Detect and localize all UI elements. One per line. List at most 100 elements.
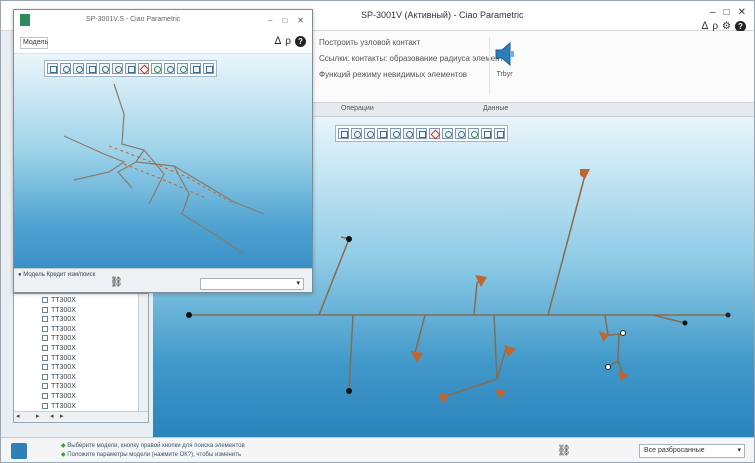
part-icon	[42, 344, 48, 351]
part-icon	[42, 297, 48, 303]
tree-item-label: TT300X	[51, 344, 76, 352]
ribbon-group-data: Данные	[483, 105, 509, 112]
valve[interactable]	[438, 393, 449, 404]
part-icon	[42, 402, 48, 409]
tree-item-label: TT300X	[51, 402, 76, 410]
floating-status-bar: ● Модель Кредит изм/поиск ⛓ ▾	[14, 268, 312, 292]
connector-end[interactable]	[605, 364, 611, 370]
tree-item-label: TT300X	[51, 364, 76, 372]
app-icon	[20, 14, 30, 26]
ribbon-command-hidden-elements[interactable]: Функций режиму невидимых элементов	[319, 67, 508, 83]
pipe-network	[63, 83, 265, 255]
tree-item-label: TT300X	[51, 354, 76, 362]
tree-item-label: TT300X	[51, 325, 76, 333]
tree-item-label: TT300X	[51, 297, 76, 304]
part-icon	[42, 325, 48, 332]
ribbon-commands: Построить узловой контакт Ссылки: контак…	[319, 35, 508, 83]
routed-segments	[108, 145, 235, 205]
ribbon-command-node-contact[interactable]: Построить узловой контакт	[319, 35, 508, 51]
tree-item-label: TT300X	[51, 306, 76, 314]
tree-item[interactable]: TT300X	[42, 315, 76, 325]
tree-item[interactable]: TT300X	[42, 306, 76, 316]
main-window-title: SP-3001V (Активный) - Ciao Parametric	[361, 10, 524, 20]
floating-3d-viewport[interactable]	[14, 54, 312, 268]
valves	[411, 169, 629, 404]
chevron-down-icon: ▾	[737, 447, 741, 454]
valve[interactable]	[411, 351, 423, 363]
tree-item-label: TT300X	[51, 383, 76, 391]
model-tree-toggle-icon[interactable]	[11, 443, 27, 459]
tree-vertical-scrollbar[interactable]	[138, 294, 148, 412]
mode-select[interactable]: Модель	[20, 37, 48, 49]
minimize-button[interactable]: –	[710, 7, 716, 18]
valve[interactable]	[580, 169, 590, 179]
connector-end[interactable]	[346, 236, 352, 242]
find-icon[interactable]: ⛓	[110, 277, 123, 288]
part-icon	[42, 316, 48, 323]
ribbon-group-labels: Операции Данные	[313, 103, 754, 117]
part-icon	[42, 364, 48, 371]
scroll-left-icon[interactable]: ◂	[50, 412, 54, 420]
minimize-button[interactable]: –	[268, 16, 272, 25]
tree-item[interactable]: TT300X	[42, 344, 76, 354]
tree-item[interactable]: TT300X	[42, 296, 76, 306]
ribbon-big-button-label: Trbyr	[496, 71, 513, 78]
help-icon[interactable]: ?	[295, 36, 306, 47]
floating-title-bar[interactable]: SP-3001V.S - Ciao Parametric – □ ✕	[14, 10, 312, 32]
scroll-left-icon[interactable]: ◂	[16, 412, 20, 420]
tree-item[interactable]: TT300X	[42, 363, 76, 373]
part-icon	[42, 373, 48, 380]
maximize-button[interactable]: □	[282, 16, 287, 25]
status-message: Выберите модели, кнопку правой кнопки дл…	[61, 442, 244, 451]
app-window: SP-3001V (Активный) - Ciao Parametric – …	[0, 0, 755, 463]
tree-item-label: TT300X	[51, 316, 76, 324]
floating-menu-bar: Модель ᐃ ρ ?	[14, 32, 312, 54]
connector-end[interactable]	[346, 388, 352, 394]
close-button[interactable]: ✕	[738, 7, 746, 18]
tree-item[interactable]: TT300X	[42, 392, 76, 402]
tree-item[interactable]: TT300X	[42, 354, 76, 364]
connector-end[interactable]	[186, 312, 192, 318]
ribbon-big-button[interactable]: Trbyr	[489, 37, 519, 95]
find-icon[interactable]: ⛓	[557, 444, 571, 457]
ribbon-command-contacts-radius[interactable]: Ссылки: контакты: образование радиуса эл…	[319, 51, 508, 67]
model-tree: TT300X TT300X TT300X TT300X TT300X TT300X TT30…	[13, 293, 149, 423]
window-controls: – □ ✕	[710, 7, 746, 18]
selection-filter[interactable]: Все разбросанные ▾	[639, 444, 745, 458]
tree-item[interactable]: TT300X	[42, 382, 76, 392]
search-icon[interactable]: ρ	[285, 36, 291, 47]
tree-item-label: TT300X	[51, 335, 76, 343]
connector-end[interactable]	[620, 330, 626, 336]
mode-select-value: Модель	[23, 39, 49, 46]
close-button[interactable]: ✕	[297, 16, 304, 25]
floating-status-label: ● Модель Кредит изм/поиск	[18, 272, 96, 278]
tree-item-label: TT300X	[51, 373, 76, 381]
status-message: Положите параметры модели (нажмите ОК?),…	[61, 451, 245, 460]
valve[interactable]	[495, 389, 506, 399]
ribbon: Построить узловой контакт Ссылки: контак…	[313, 31, 754, 103]
message-area: Выберите модели, кнопку правой кнопки дл…	[61, 442, 245, 460]
tree-item-label: TT300X	[51, 392, 76, 400]
floating-piping-model	[63, 83, 265, 255]
selection-filter-value: Все разбросанные	[644, 447, 705, 454]
maximize-button[interactable]: □	[724, 7, 730, 18]
tree-item[interactable]: TT300X	[42, 373, 76, 383]
scroll-right-icon[interactable]: ▸	[60, 412, 64, 420]
valve[interactable]	[618, 371, 629, 381]
connector-end[interactable]	[725, 312, 731, 318]
tree-item[interactable]: TT300X	[42, 334, 76, 344]
tree-horizontal-scrollbar[interactable]: ◂ ▸ ◂ ▸	[14, 411, 148, 422]
model-tree-list: TT300X TT300X TT300X TT300X TT300X TT300X TT30…	[42, 296, 76, 421]
status-bar: Выберите модели, кнопку правой кнопки дл…	[1, 437, 754, 462]
tree-item[interactable]: TT300X	[42, 402, 76, 412]
scroll-right-icon[interactable]: ▸	[36, 412, 40, 420]
floating-selection-filter[interactable]: ▾	[200, 278, 304, 290]
floating-window-controls: – □ ✕	[268, 16, 304, 25]
floating-help-toolbar: ᐃ ρ ?	[274, 36, 306, 47]
part-icon	[42, 335, 48, 342]
part-icon	[42, 306, 48, 313]
tree-item[interactable]: TT300X	[42, 325, 76, 335]
speaker-icon	[495, 41, 514, 67]
collapse-ribbon-icon[interactable]: ᐃ	[274, 36, 281, 47]
connector-end[interactable]	[682, 320, 688, 326]
